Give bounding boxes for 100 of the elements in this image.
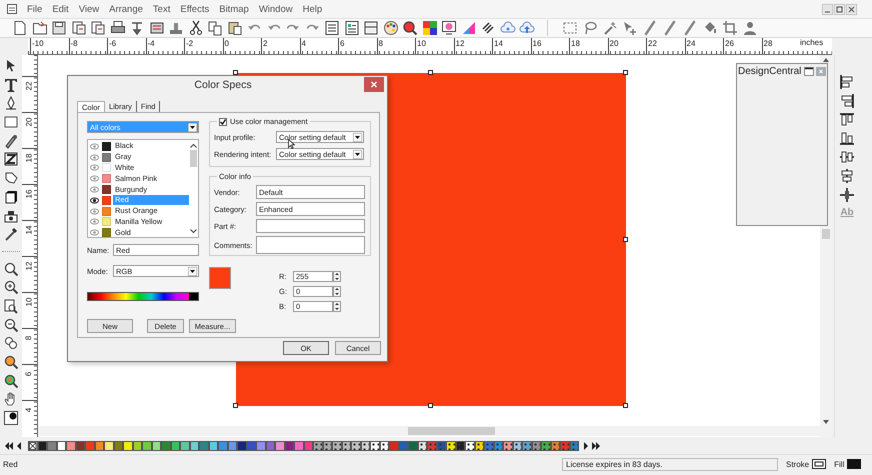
- align-top-icon[interactable]: [839, 112, 855, 128]
- pattern-swatch[interactable]: [351, 441, 360, 451]
- scroll-up-icon[interactable]: [190, 143, 197, 148]
- menu-item[interactable]: Help: [298, 4, 328, 14]
- hatch-icon[interactable]: [480, 20, 496, 36]
- print-icon[interactable]: [110, 20, 126, 36]
- align-bottom-icon[interactable]: [839, 130, 855, 146]
- pattern-swatch[interactable]: [503, 441, 512, 451]
- zoom-icon[interactable]: [3, 260, 19, 277]
- eye-icon[interactable]: [90, 196, 99, 205]
- stroke-icon[interactable]: [812, 459, 826, 469]
- selection-handle[interactable]: [428, 403, 433, 408]
- scanner-icon[interactable]: [148, 20, 164, 36]
- color-swatch[interactable]: [123, 441, 132, 451]
- text-field[interactable]: [256, 236, 365, 254]
- pointer-plus-icon[interactable]: [622, 20, 638, 36]
- scroll-thumb[interactable]: [190, 150, 197, 167]
- pen-icon[interactable]: [662, 20, 678, 36]
- magnifier-icon[interactable]: [3, 372, 19, 389]
- magic-wand-icon[interactable]: [602, 20, 618, 36]
- paste-icon[interactable]: [226, 20, 242, 36]
- documents-icon[interactable]: [90, 20, 106, 36]
- pattern-swatch[interactable]: [332, 441, 342, 451]
- scroll-thumb[interactable]: [822, 229, 830, 239]
- align-left-icon[interactable]: [839, 74, 855, 90]
- palette-icon[interactable]: [382, 20, 398, 36]
- menu-item[interactable]: Window: [254, 4, 298, 14]
- minimize-button[interactable]: [822, 4, 833, 14]
- pattern-swatch[interactable]: [313, 441, 322, 451]
- text-field[interactable]: [256, 219, 365, 233]
- menu-item[interactable]: Edit: [47, 4, 74, 14]
- close-button[interactable]: [364, 77, 384, 92]
- list-icon[interactable]: [324, 20, 340, 36]
- menu-item[interactable]: Bitmap: [214, 4, 254, 14]
- cloud-upload-icon[interactable]: [519, 20, 535, 36]
- fill-swatch-icon[interactable]: [847, 459, 862, 469]
- align-right-icon[interactable]: [839, 92, 855, 109]
- color-swatch[interactable]: [47, 441, 56, 451]
- rectangle-icon[interactable]: [3, 114, 19, 130]
- color-swatch[interactable]: [180, 441, 190, 451]
- color-swatch[interactable]: [237, 441, 246, 451]
- pattern-swatch[interactable]: [370, 441, 380, 451]
- pen-nib-icon[interactable]: [3, 95, 19, 112]
- color-grid-icon[interactable]: [422, 20, 438, 36]
- right-arrow-icon[interactable]: [583, 441, 589, 451]
- selection-handle[interactable]: [233, 70, 238, 75]
- copy-icon[interactable]: [207, 20, 223, 36]
- magnifier-icon[interactable]: [402, 20, 418, 36]
- text-tool-icon[interactable]: [3, 76, 19, 93]
- menu-item[interactable]: File: [22, 4, 48, 14]
- menu-item[interactable]: Effects: [175, 4, 214, 14]
- restore-button[interactable]: [834, 4, 845, 14]
- horizontal-scrollbar[interactable]: [38, 426, 820, 436]
- zoom-out-icon[interactable]: [3, 316, 19, 333]
- dropdown-arrow-icon[interactable]: [353, 150, 362, 158]
- dropdown-arrow-icon[interactable]: [188, 122, 197, 132]
- color-swatch[interactable]: [142, 441, 152, 451]
- selection-handle[interactable]: [233, 403, 238, 408]
- align-center-icon[interactable]: [839, 186, 855, 203]
- spinner-icon[interactable]: [333, 286, 341, 297]
- pattern-swatch[interactable]: [465, 441, 474, 451]
- color-spectrum-bar[interactable]: [87, 292, 199, 301]
- pattern-swatch[interactable]: [560, 441, 570, 451]
- align-center-icon[interactable]: [839, 149, 855, 166]
- color-swatch[interactable]: [104, 441, 114, 451]
- save-icon[interactable]: [51, 20, 67, 36]
- scroll-down-icon[interactable]: [190, 229, 197, 234]
- pattern-swatch[interactable]: [541, 441, 550, 451]
- zoom-page-icon[interactable]: [3, 298, 19, 314]
- pen-icon[interactable]: [682, 20, 698, 36]
- color-swatch[interactable]: [85, 441, 94, 451]
- spinner-icon[interactable]: [333, 301, 341, 312]
- monitor-icon[interactable]: [441, 20, 457, 36]
- menu-item[interactable]: View: [74, 4, 104, 14]
- magnifier-icon[interactable]: [3, 354, 19, 370]
- spinner-icon[interactable]: [333, 271, 341, 282]
- pattern-swatch[interactable]: [484, 441, 494, 451]
- crop-icon[interactable]: [722, 20, 738, 36]
- selection-handle[interactable]: [623, 70, 628, 75]
- menu-item[interactable]: Arrange: [104, 4, 148, 14]
- checkbox[interactable]: [219, 118, 227, 126]
- color-swatch[interactable]: [161, 441, 170, 451]
- selection-handle[interactable]: [428, 70, 433, 75]
- last-arrow-icon[interactable]: [591, 441, 601, 451]
- person-icon[interactable]: [742, 20, 758, 36]
- brush-icon[interactable]: [3, 132, 19, 149]
- fill-icon[interactable]: [3, 410, 19, 426]
- shape-icon[interactable]: [3, 170, 19, 186]
- color-swatch[interactable]: [275, 441, 284, 451]
- maximize-button[interactable]: [804, 67, 814, 76]
- left-arrow-icon[interactable]: [16, 441, 22, 451]
- scroll-up-icon[interactable]: [822, 57, 830, 63]
- color-swatch[interactable]: [218, 441, 228, 451]
- first-arrow-icon[interactable]: [4, 441, 14, 451]
- color-swatch[interactable]: [408, 441, 418, 451]
- list-icon[interactable]: [344, 20, 360, 36]
- scroll-thumb[interactable]: [408, 427, 495, 435]
- color-swatch[interactable]: [294, 441, 304, 451]
- documents-icon[interactable]: [70, 20, 86, 36]
- color-swatch[interactable]: [66, 441, 76, 451]
